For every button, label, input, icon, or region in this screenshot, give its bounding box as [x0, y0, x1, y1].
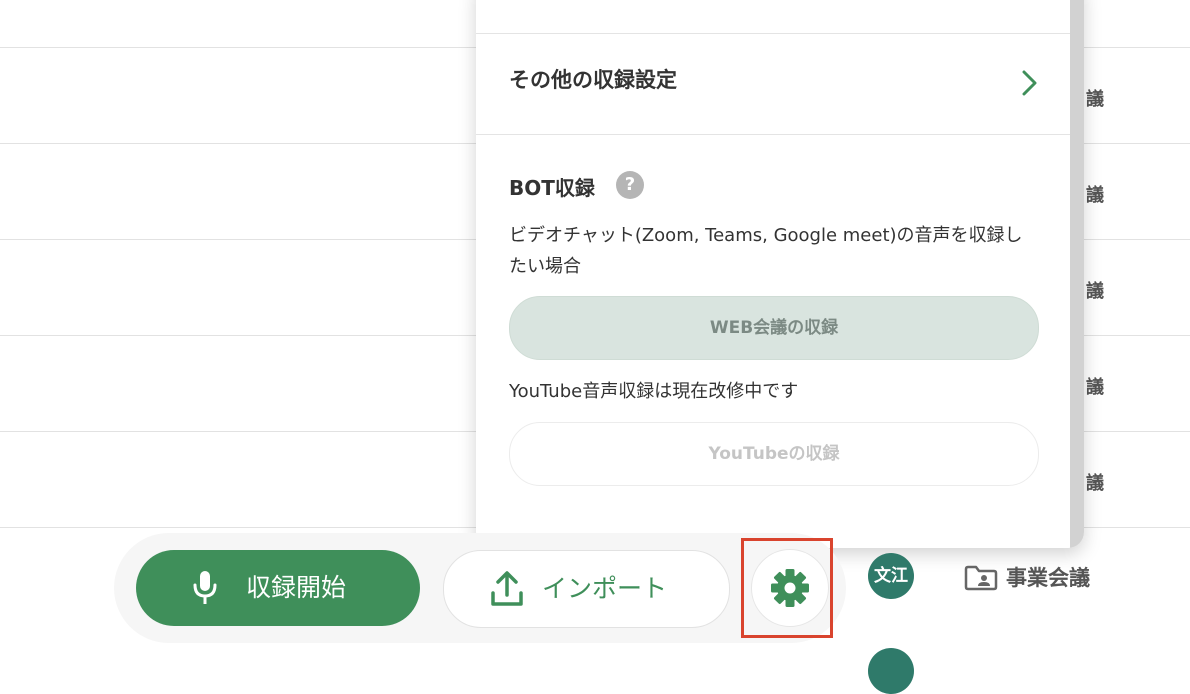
- row-folder-tag: 議: [1086, 473, 1104, 494]
- youtube-maintenance-note: YouTube音声収録は現在改修中です: [509, 381, 799, 402]
- start-recording-button[interactable]: 収録開始: [136, 550, 420, 626]
- row-folder-tag: 議: [1086, 185, 1104, 206]
- folder-icon: [964, 565, 998, 591]
- row-folder-tag: 議: [1086, 89, 1104, 110]
- start-recording-label: 収録開始: [246, 573, 347, 602]
- mic-icon: [193, 571, 217, 604]
- settings-highlight-box: [741, 538, 833, 638]
- avatar: 文江: [868, 553, 914, 599]
- recording-settings-panel: その他の収録設定 BOT収録 ? ビデオチャット(Zoom, Teams, Go…: [476, 0, 1084, 548]
- import-label: インポート: [542, 574, 668, 603]
- other-recording-settings-label: その他の収録設定: [509, 68, 677, 92]
- folder-label: 事業会議: [1006, 566, 1090, 590]
- web-meeting-record-button[interactable]: WEB会議の収録: [509, 296, 1039, 360]
- panel-divider: [476, 134, 1070, 135]
- avatar: [868, 648, 914, 694]
- bot-recording-title: BOT収録: [509, 176, 595, 200]
- upload-icon: [491, 571, 523, 606]
- import-button[interactable]: インポート: [443, 550, 730, 628]
- youtube-record-button[interactable]: YouTubeの収録: [509, 422, 1039, 486]
- panel-scrollbar[interactable]: [1070, 0, 1084, 548]
- bot-recording-description: ビデオチャット(Zoom, Teams, Google meet)の音声を収録し…: [509, 225, 1023, 277]
- help-icon[interactable]: ?: [616, 171, 644, 199]
- row-folder-tag: 議: [1086, 281, 1104, 302]
- chevron-right-icon: [1022, 70, 1037, 96]
- other-recording-settings-item[interactable]: その他の収録設定: [476, 34, 1070, 134]
- row-folder-tag: 議: [1086, 377, 1104, 398]
